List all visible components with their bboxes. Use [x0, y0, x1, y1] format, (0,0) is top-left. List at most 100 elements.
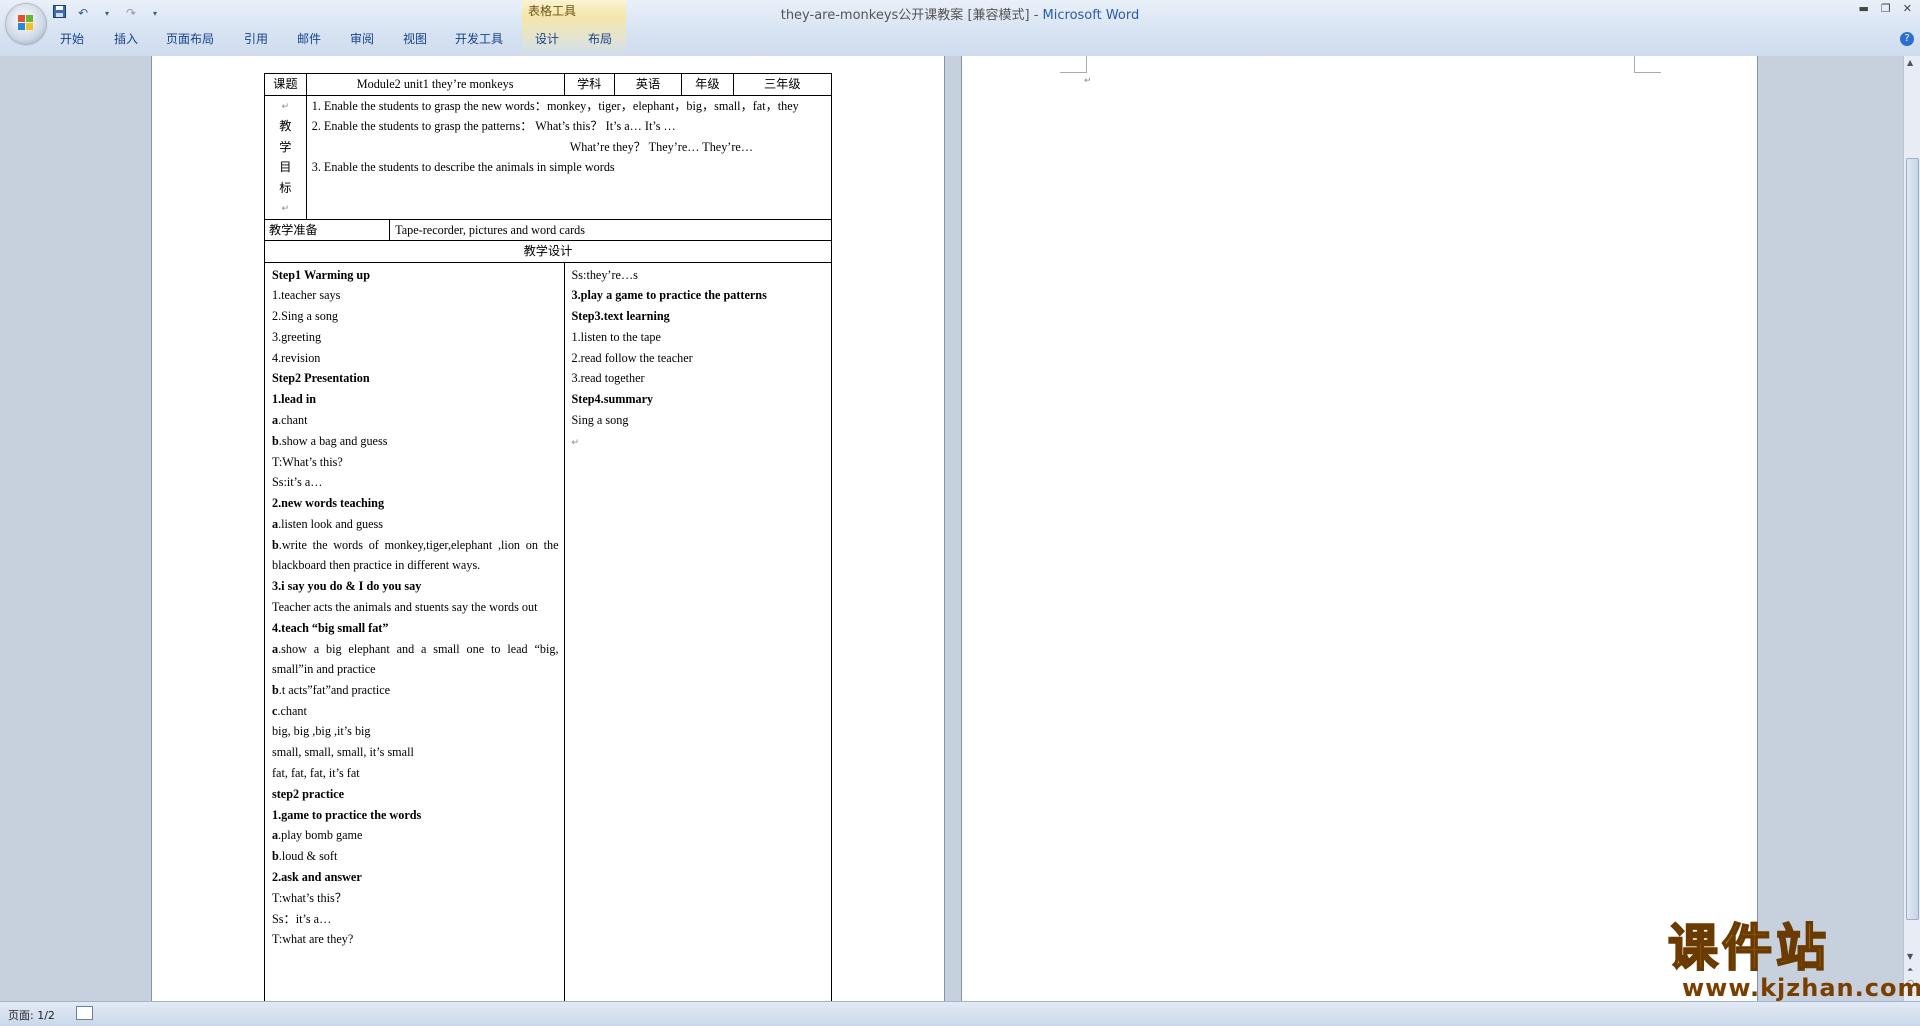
procedure-line: 3.i say you do & I do you say — [272, 576, 559, 597]
help-icon[interactable]: ? — [1900, 32, 1914, 46]
title-bar: ↶ ▾ ↷ ▾ 表格工具 they-are-monkeys公开课教案 [兼容模式… — [0, 0, 1920, 57]
procedure-line: 2.Sing a song — [272, 306, 559, 327]
crop-mark — [1060, 56, 1087, 73]
tab-mailings[interactable]: 邮件 — [297, 30, 321, 48]
procedure-line: Ss:they’re…s — [572, 265, 826, 286]
procedure-text: Sing a song — [571, 413, 629, 428]
minimize-icon[interactable]: ▬ — [1859, 2, 1869, 15]
procedure-line: 4.teach “big small fat” — [272, 618, 559, 639]
tab-view[interactable]: 视图 — [403, 30, 427, 48]
procedure-line: Ss：it’s a… — [272, 909, 559, 930]
header-row: 课题 Module2 unit1 they’re monkeys 学科 英语 年… — [264, 73, 833, 96]
design-label-cell[interactable]: 教学设计 — [264, 240, 832, 263]
topic-cell[interactable]: Module2 unit1 they’re monkeys — [305, 73, 565, 96]
procedure-text: step2 practice — [272, 786, 345, 801]
procedure-right-cell[interactable]: Ss:they’re…s 3.play a game to practice th… — [563, 261, 833, 1004]
procedure-line: b.show a bag and guess — [272, 431, 559, 452]
document-workspace: ↵ 课题 Module2 unit1 they’re monkeys 学科 英语… — [0, 56, 1904, 1004]
subject-cell[interactable]: 英语 — [613, 73, 683, 96]
objectives-cell[interactable]: 1. Enable the students to grasp the new … — [305, 94, 833, 220]
procedure-text: Step2 Presentation — [272, 371, 370, 386]
procedure-text: 3.read together — [571, 371, 645, 386]
window-title: they-are-monkeys公开课教案 [兼容模式] - Microsoft… — [780, 8, 1140, 23]
topic-label-cell[interactable]: 课题 — [264, 73, 307, 96]
procedure-line: step2 practice — [272, 784, 559, 805]
procedure-text: 2.read follow the teacher — [571, 350, 693, 365]
watermark-url: www.kjzhan.com — [1682, 974, 1920, 1002]
tab-design[interactable]: 设计 — [535, 30, 559, 48]
grade-label-cell[interactable]: 年级 — [681, 73, 734, 96]
vertical-scrollbar[interactable]: ▲ ▼ ⏶ ○ ⏷ — [1903, 56, 1920, 1001]
procedure-text: .show a big elephant and a small one to … — [272, 641, 559, 677]
procedure-line: c.chant — [272, 701, 559, 722]
procedure-line: T:what are they? — [272, 929, 559, 950]
scrollbar-thumb[interactable] — [1906, 158, 1919, 920]
procedure-text: 4.revision — [272, 350, 321, 365]
paragraph-mark-icon: ↵ — [281, 100, 290, 111]
procedure-text: 3.greeting — [272, 329, 322, 344]
procedure-text: 2.Sing a song — [272, 309, 339, 324]
objective-line: 1. Enable the students to grasp the new … — [311, 98, 799, 113]
restore-icon[interactable]: ❐ — [1881, 2, 1891, 15]
tab-insert[interactable]: 插入 — [114, 30, 138, 48]
scroll-up-icon[interactable]: ▲ — [1907, 58, 1913, 67]
design-row: 教学设计 — [264, 240, 832, 263]
procedure-line: 4.revision — [272, 348, 559, 369]
procedure-left-cell[interactable]: Step1 Warming up 1.teacher says 2.Sing a s… — [264, 261, 565, 1004]
procedure-text: 2.new words teaching — [272, 496, 385, 511]
procedure-line: small, small, small, it’s small — [272, 742, 559, 763]
procedure-text: 3.play a game to practice the patterns — [571, 288, 767, 303]
procedure-text: small, small, small, it’s small — [272, 745, 414, 760]
procedure-line: big, big ,big ,it’s big — [272, 721, 559, 742]
procedure-text: Step4.summary — [571, 392, 654, 407]
objective-line: What’re they？ They’re… They’re… — [569, 139, 754, 154]
tab-references[interactable]: 引用 — [244, 30, 268, 48]
procedure-row: Step1 Warming up 1.teacher says 2.Sing a s… — [264, 261, 833, 1004]
procedure-text: Ss:it’s a… — [272, 475, 323, 490]
proofing-icon[interactable] — [76, 1006, 93, 1020]
objectives-label-char: 学 — [279, 139, 292, 154]
procedure-text: .play bomb game — [278, 828, 363, 843]
watermark-title: 课件站 — [1667, 919, 1830, 977]
close-icon[interactable]: ✕ — [1903, 2, 1912, 15]
tab-home[interactable]: 开始 — [60, 30, 84, 48]
prep-cell[interactable]: Tape-recorder, pictures and word cards — [389, 218, 832, 241]
tab-page-layout[interactable]: 页面布局 — [166, 30, 214, 48]
procedure-text: .listen look and guess — [278, 517, 384, 532]
procedure-line: 1.lead in — [272, 389, 559, 410]
procedure-line: a.show a big elephant and a small one to… — [272, 639, 559, 680]
procedure-line: T:what’s this？ — [272, 888, 559, 909]
grade-cell[interactable]: 三年级 — [732, 73, 833, 96]
subject-label-cell[interactable]: 学科 — [563, 73, 615, 96]
document-page-2: ↵ — [962, 56, 1757, 1001]
prep-label-cell[interactable]: 教学准备 — [263, 218, 391, 241]
item-letter: b — [272, 849, 279, 864]
objectives-label-cell[interactable]: ↵ 教 学 目 标 ↵ — [264, 94, 307, 220]
tab-developer[interactable]: 开发工具 — [455, 30, 503, 48]
procedure-text: T:what’s this？ — [272, 890, 347, 905]
objectives-label-char: 标 — [279, 180, 292, 195]
procedure-text: Step1 Warming up — [272, 267, 370, 282]
procedure-text: T:What’s this? — [272, 454, 343, 469]
procedure-line: 3.play a game to practice the patterns — [572, 285, 826, 306]
tab-layout[interactable]: 布局 — [588, 30, 612, 48]
procedure-text: 1.teacher says — [272, 288, 341, 303]
lesson-plan-table: 课题 Module2 unit1 they’re monkeys 学科 英语 年… — [263, 73, 833, 1004]
procedure-line: 1.game to practice the words — [272, 805, 559, 826]
procedure-text: big, big ,big ,it’s big — [272, 724, 371, 739]
procedure-line: 3.read together — [572, 368, 826, 389]
procedure-text: 1.game to practice the words — [272, 807, 422, 822]
procedure-text: 1.listen to the tape — [571, 329, 661, 344]
page-count[interactable]: 页面: 1/2 — [8, 1007, 55, 1023]
paragraph-mark-icon: ↵ — [281, 203, 290, 213]
tab-review[interactable]: 审阅 — [350, 30, 374, 48]
procedure-text: 1.lead in — [272, 392, 317, 407]
procedure-text: 3.i say you do & I do you say — [272, 579, 422, 594]
procedure-text: Ss：it’s a… — [272, 911, 332, 926]
procedure-line: 1.teacher says — [272, 285, 559, 306]
procedure-line: a.play bomb game — [272, 825, 559, 846]
paragraph-mark-icon: ↵ — [1084, 76, 1092, 86]
procedure-text: 4.teach “big small fat” — [272, 620, 389, 635]
procedure-line: Step3.text learning — [572, 306, 826, 327]
item-letter: b — [272, 537, 279, 552]
